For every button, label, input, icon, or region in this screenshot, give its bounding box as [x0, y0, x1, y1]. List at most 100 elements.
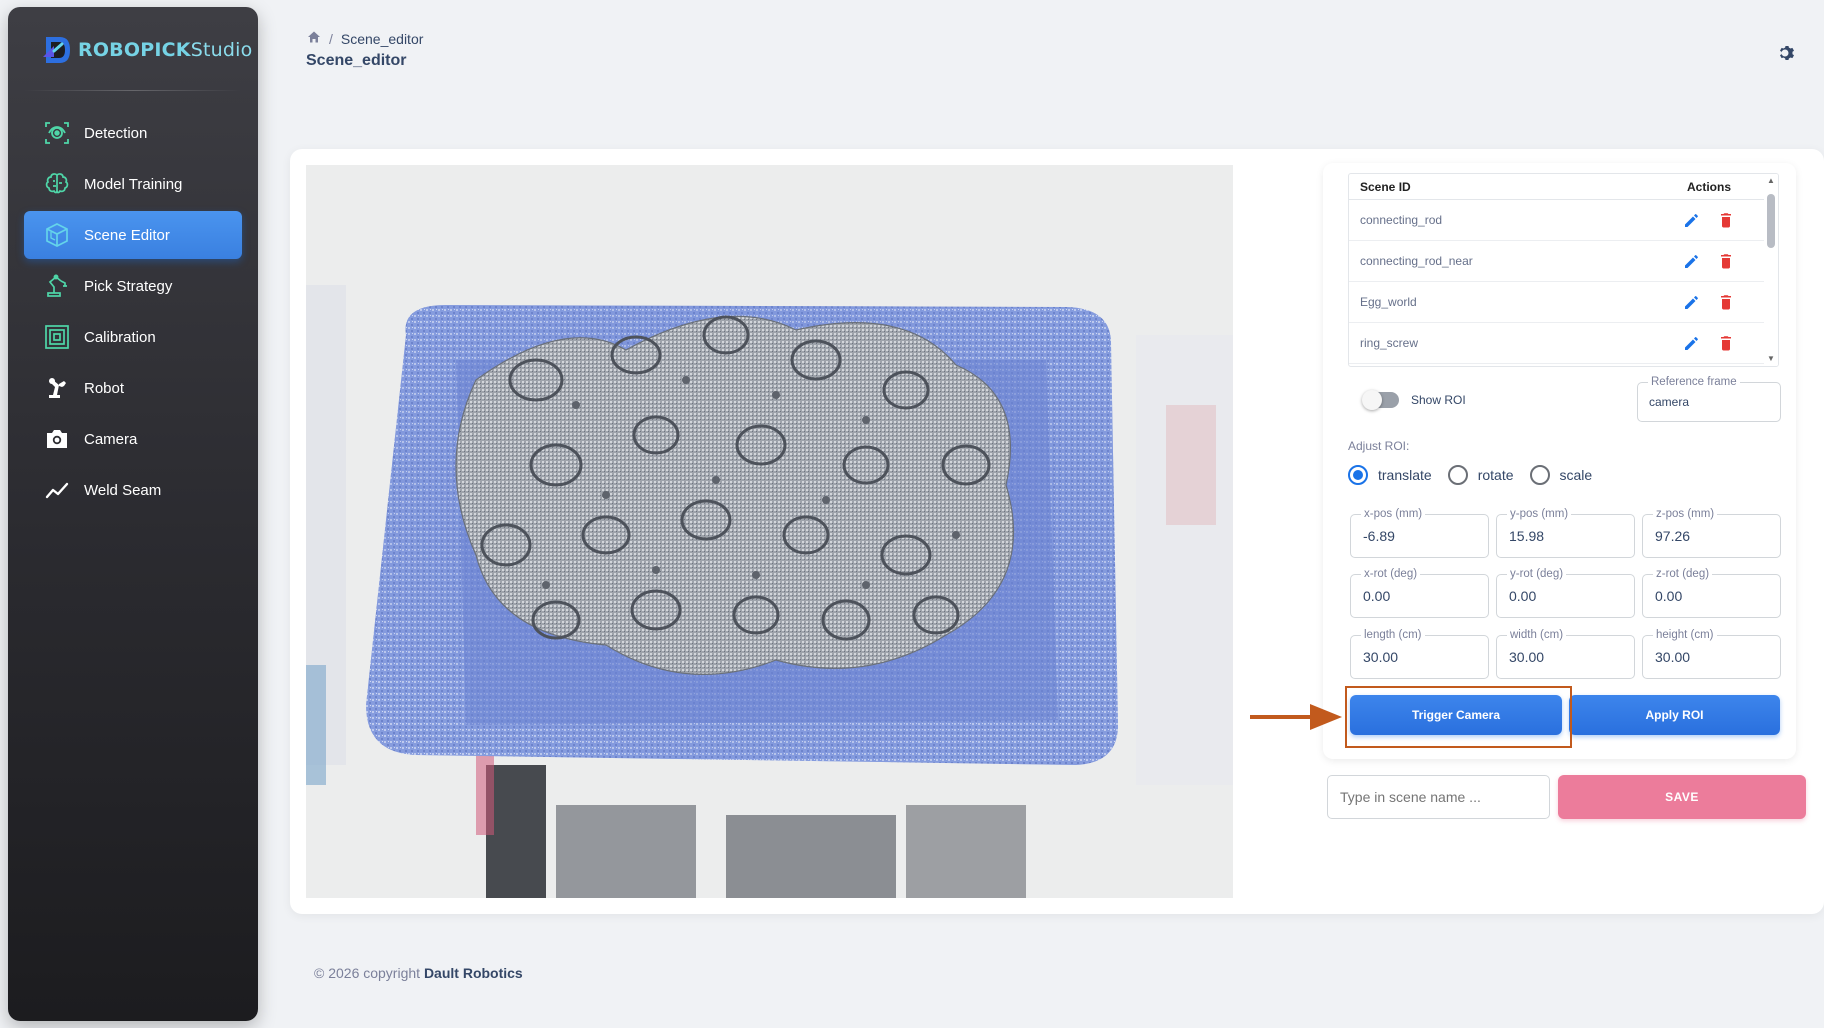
- sidebar-item-robot[interactable]: Robot: [24, 364, 242, 412]
- table-scrollbar[interactable]: ▲ ▼: [1764, 174, 1778, 366]
- width-input[interactable]: [1497, 636, 1634, 678]
- scene-name-input[interactable]: [1328, 776, 1549, 818]
- delete-icon[interactable]: [1716, 251, 1736, 271]
- radio-label: rotate: [1477, 467, 1514, 483]
- y-rot-input[interactable]: [1497, 575, 1634, 617]
- camera-icon: [44, 426, 70, 452]
- y-pos-field[interactable]: y-pos (mm): [1496, 507, 1635, 558]
- field-label: height (cm): [1653, 628, 1717, 642]
- roi-mode-radio-group: translate rotate scale: [1348, 465, 1608, 485]
- edit-icon[interactable]: [1682, 210, 1702, 230]
- scene-id-cell: Egg_world: [1360, 295, 1417, 309]
- x-rot-field[interactable]: x-rot (deg): [1350, 567, 1489, 618]
- field-label: x-pos (mm): [1361, 507, 1426, 521]
- sidebar-item-model-training[interactable]: Model Training: [24, 160, 242, 208]
- edit-icon[interactable]: [1682, 292, 1702, 312]
- show-roi-row: Show ROI: [1362, 390, 1466, 410]
- cube-icon: [44, 222, 70, 248]
- edit-icon[interactable]: [1682, 333, 1702, 353]
- sidebar-divider: [24, 90, 242, 91]
- table-header: Scene ID Actions: [1349, 174, 1778, 200]
- table-row[interactable]: ring_screw: [1349, 323, 1778, 364]
- table-row[interactable]: Egg_world: [1349, 282, 1778, 323]
- x-rot-input[interactable]: [1351, 575, 1488, 617]
- sidebar-item-label: Scene Editor: [84, 226, 170, 244]
- radio-unchecked-icon: [1529, 465, 1550, 485]
- width-field[interactable]: width (cm): [1496, 628, 1635, 679]
- y-pos-input[interactable]: [1497, 515, 1634, 557]
- scenes-table: Scene ID Actions connecting_rod connecti…: [1348, 173, 1779, 367]
- toggle-knob: [1362, 390, 1382, 410]
- radio-scale[interactable]: scale: [1529, 465, 1593, 485]
- sidebar-item-calibration[interactable]: Calibration: [24, 313, 242, 361]
- reference-frame-label: Reference frame: [1648, 375, 1740, 389]
- home-icon[interactable]: [307, 30, 321, 47]
- z-pos-field[interactable]: z-pos (mm): [1642, 507, 1781, 558]
- sidebar-item-label: Weld Seam: [84, 481, 162, 499]
- radio-checked-icon: [1348, 465, 1368, 485]
- height-input[interactable]: [1643, 636, 1780, 678]
- brand-name: ROBOPICKStudio: [78, 39, 253, 61]
- scene-name-field[interactable]: [1327, 775, 1550, 819]
- column-header-actions: Actions: [1686, 179, 1731, 194]
- sidebar-item-scene-editor[interactable]: Scene Editor: [24, 211, 242, 259]
- footer: © 2026 copyright Dault Robotics: [314, 965, 523, 981]
- radio-translate[interactable]: translate: [1348, 465, 1432, 485]
- scene-settings-panel: Scene ID Actions connecting_rod connecti…: [1323, 163, 1796, 759]
- radio-rotate[interactable]: rotate: [1447, 465, 1514, 485]
- scroll-down-icon[interactable]: ▼: [1767, 355, 1775, 363]
- height-field[interactable]: height (cm): [1642, 628, 1781, 679]
- scrollbar-thumb[interactable]: [1767, 194, 1775, 248]
- column-header-scene-id: Scene ID: [1360, 179, 1411, 194]
- robot-icon: [44, 375, 70, 401]
- table-row[interactable]: connecting_rod_near: [1349, 241, 1778, 282]
- field-label: z-rot (deg): [1653, 567, 1713, 581]
- delete-icon[interactable]: [1716, 210, 1736, 230]
- length-field[interactable]: length (cm): [1350, 628, 1489, 679]
- delete-icon[interactable]: [1716, 333, 1736, 353]
- sidebar-item-weld-seam[interactable]: Weld Seam: [24, 466, 242, 514]
- radio-label: scale: [1559, 467, 1593, 483]
- point-cloud-viewport[interactable]: [306, 165, 1233, 898]
- z-rot-field[interactable]: z-rot (deg): [1642, 567, 1781, 618]
- sidebar-item-pick-strategy[interactable]: Pick Strategy: [24, 262, 242, 310]
- breadcrumb-current: Scene_editor: [340, 30, 424, 47]
- z-pos-input[interactable]: [1643, 515, 1780, 557]
- footer-copyright: © 2026 copyright: [314, 965, 421, 981]
- length-input[interactable]: [1351, 636, 1488, 678]
- x-pos-input[interactable]: [1351, 515, 1488, 557]
- breadcrumb: / Scene_editor: [307, 30, 423, 47]
- radio-unchecked-icon: [1447, 465, 1468, 485]
- robot-arm-icon: [44, 273, 70, 299]
- trigger-camera-button[interactable]: Trigger Camera: [1350, 695, 1562, 735]
- adjust-roi-label: Adjust ROI:: [1348, 439, 1410, 453]
- breadcrumb-separator: /: [329, 30, 333, 47]
- delete-icon[interactable]: [1716, 292, 1736, 312]
- radio-label: translate: [1378, 467, 1432, 483]
- field-label: length (cm): [1361, 628, 1425, 642]
- brain-icon: [44, 171, 70, 197]
- y-rot-field[interactable]: y-rot (deg): [1496, 567, 1635, 618]
- footer-company-link[interactable]: Dault Robotics: [424, 965, 523, 981]
- z-rot-input[interactable]: [1643, 575, 1780, 617]
- calibration-icon: [44, 324, 70, 350]
- table-row[interactable]: connecting_rod: [1349, 200, 1778, 241]
- sidebar-item-detection[interactable]: Detection: [24, 109, 242, 157]
- show-roi-label: Show ROI: [1411, 393, 1466, 407]
- gear-icon[interactable]: [1777, 43, 1797, 63]
- save-button[interactable]: SAVE: [1558, 775, 1806, 819]
- edit-icon[interactable]: [1682, 251, 1702, 271]
- sidebar-nav: Detection Model Training Scene Editor Pi…: [24, 109, 242, 517]
- field-label: width (cm): [1507, 628, 1567, 642]
- scroll-up-icon[interactable]: ▲: [1767, 177, 1775, 185]
- apply-roi-button[interactable]: Apply ROI: [1569, 695, 1780, 735]
- robopick-logo-icon: [43, 37, 70, 63]
- x-pos-field[interactable]: x-pos (mm): [1350, 507, 1489, 558]
- sidebar-item-label: Detection: [84, 124, 148, 142]
- reference-frame-field[interactable]: Reference frame: [1637, 375, 1781, 422]
- scene-id-cell: connecting_rod: [1360, 213, 1443, 227]
- show-roi-toggle[interactable]: [1362, 390, 1399, 410]
- brand-logo-area[interactable]: ROBOPICKStudio: [40, 33, 252, 67]
- sidebar-item-camera[interactable]: Camera: [24, 415, 242, 463]
- field-label: y-pos (mm): [1507, 507, 1572, 521]
